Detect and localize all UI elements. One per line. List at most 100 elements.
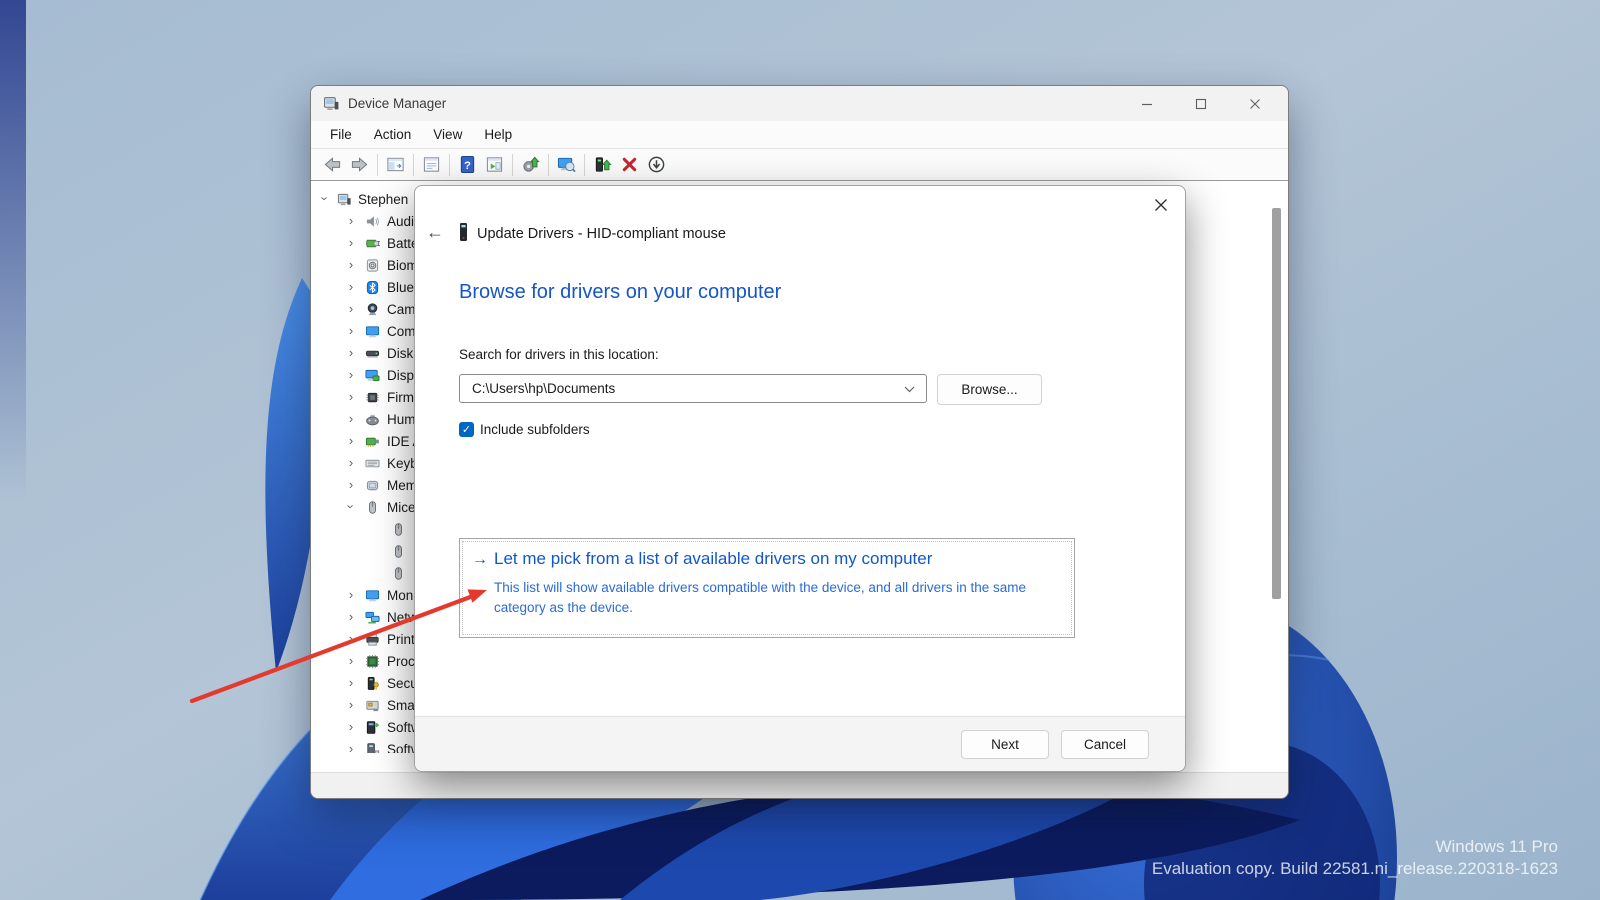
toolbar-separator	[413, 153, 414, 176]
chevron-collapsed-icon[interactable]: ›	[345, 697, 357, 712]
battery-icon	[365, 236, 380, 251]
evaluation-watermark: Windows 11 Pro Evaluation copy. Build 22…	[1152, 836, 1558, 880]
menu-bar: File Action View Help	[311, 121, 1288, 149]
monitor-icon	[365, 324, 380, 339]
console-tree-icon[interactable]	[382, 153, 409, 177]
let-me-pick-description: This list will show available drivers co…	[494, 580, 1026, 615]
firmware-icon	[365, 390, 380, 405]
chevron-collapsed-icon[interactable]: ›	[345, 411, 357, 426]
computer-icon	[337, 192, 352, 207]
chevron-collapsed-icon[interactable]: ›	[345, 323, 357, 338]
chevron-expanded-icon[interactable]: ›	[318, 193, 333, 205]
smartcard-icon	[365, 698, 380, 713]
chevron-collapsed-icon[interactable]: ›	[345, 257, 357, 272]
include-subfolders-row: ✓ Include subfolders	[459, 421, 759, 439]
mouse-icon	[365, 500, 380, 515]
window-title: Device Manager	[348, 96, 447, 111]
chevron-collapsed-icon[interactable]: ›	[345, 741, 357, 753]
next-button[interactable]: Next	[961, 730, 1049, 759]
update-drivers-dialog: ← Update Drivers - HID-compliant mouse B…	[414, 185, 1186, 772]
right-arrow-icon: →	[472, 551, 488, 568]
menu-view[interactable]: View	[422, 121, 473, 148]
chevron-collapsed-icon[interactable]: ›	[345, 235, 357, 250]
bluetooth-icon	[365, 280, 380, 295]
properties-icon[interactable]	[418, 153, 445, 177]
scan-hardware-icon[interactable]	[553, 153, 580, 177]
minimize-button[interactable]	[1120, 86, 1174, 121]
include-subfolders-label: Include subfolders	[480, 422, 590, 437]
driver-location-value: C:\Users\hp\Documents	[472, 381, 616, 396]
speaker-icon	[365, 214, 380, 229]
tree-scrollbar[interactable]	[1272, 208, 1281, 599]
toolbar-separator	[584, 153, 585, 176]
chevron-collapsed-icon[interactable]: ›	[345, 301, 357, 316]
chevron-collapsed-icon[interactable]: ›	[345, 631, 357, 646]
toolbar: ?	[311, 149, 1288, 181]
chevron-collapsed-icon[interactable]: ›	[345, 675, 357, 690]
chevron-collapsed-icon[interactable]: ›	[345, 279, 357, 294]
chevron-collapsed-icon[interactable]: ›	[345, 213, 357, 228]
memory-icon	[365, 478, 380, 493]
chevron-collapsed-icon[interactable]: ›	[345, 345, 357, 360]
help-icon[interactable]: ?	[454, 153, 481, 177]
network-icon	[365, 610, 380, 625]
dialog-footer: Next Cancel	[415, 716, 1185, 771]
back-icon[interactable]	[319, 153, 346, 177]
menu-action[interactable]: Action	[363, 121, 423, 148]
camera-icon	[365, 302, 380, 317]
svg-text:?: ?	[464, 160, 471, 172]
software-component-icon	[365, 720, 380, 735]
watermark-build: Evaluation copy. Build 22581.ni_release.…	[1151, 859, 1558, 878]
search-location-label: Search for drivers in this location:	[459, 347, 659, 362]
update-driver-icon[interactable]	[517, 153, 544, 177]
chevron-expanded-icon[interactable]: ›	[344, 501, 359, 513]
menu-help[interactable]: Help	[473, 121, 523, 148]
hid-icon	[365, 412, 380, 427]
chevron-collapsed-icon[interactable]: ›	[345, 609, 357, 624]
cancel-button[interactable]: Cancel	[1061, 730, 1149, 759]
browse-button[interactable]: Browse...	[937, 374, 1042, 405]
device-icon	[457, 222, 470, 242]
toolbar-separator	[449, 153, 450, 176]
display-icon	[365, 368, 380, 383]
uninstall-device-icon[interactable]	[616, 153, 643, 177]
disable-device-icon[interactable]	[643, 153, 670, 177]
printer-icon	[365, 632, 380, 647]
close-button[interactable]	[1228, 86, 1282, 121]
fingerprint-icon	[365, 258, 380, 273]
device-manager-icon	[323, 95, 340, 112]
security-icon	[365, 676, 380, 691]
title-bar[interactable]: Device Manager	[311, 86, 1288, 121]
toolbar-separator	[377, 153, 378, 176]
chevron-collapsed-icon[interactable]: ›	[345, 477, 357, 492]
ide-icon	[365, 434, 380, 449]
toolbar-separator	[512, 153, 513, 176]
chevron-collapsed-icon[interactable]: ›	[345, 389, 357, 404]
maximize-button[interactable]	[1174, 86, 1228, 121]
toolbar-separator	[548, 153, 549, 176]
back-arrow-icon[interactable]: ←	[426, 222, 444, 243]
menu-file[interactable]: File	[319, 121, 363, 148]
let-me-pick-option[interactable]: → Let me pick from a list of available d…	[459, 538, 1075, 638]
chevron-collapsed-icon[interactable]: ›	[345, 455, 357, 470]
driver-location-combobox[interactable]: C:\Users\hp\Documents	[459, 374, 927, 403]
dialog-heading: Browse for drivers on your computer	[459, 281, 782, 303]
mouse-icon	[391, 522, 406, 537]
chevron-collapsed-icon[interactable]: ›	[345, 719, 357, 734]
action-pane-icon[interactable]	[481, 153, 508, 177]
chevron-collapsed-icon[interactable]: ›	[345, 367, 357, 382]
chevron-collapsed-icon[interactable]: ›	[345, 587, 357, 602]
desktop: Windows 11 Pro Evaluation copy. Build 22…	[0, 0, 1600, 900]
chevron-down-icon	[904, 386, 915, 393]
software-device-icon	[365, 742, 380, 753]
keyboard-icon	[365, 456, 380, 471]
dialog-close-icon[interactable]	[1148, 192, 1174, 218]
chevron-collapsed-icon[interactable]: ›	[345, 653, 357, 668]
status-bar	[311, 772, 1288, 798]
tree-item-label: Stephen	[358, 192, 409, 207]
include-subfolders-checkbox[interactable]: ✓	[459, 422, 474, 437]
device-update-icon[interactable]	[589, 153, 616, 177]
forward-icon[interactable]	[346, 153, 373, 177]
chevron-collapsed-icon[interactable]: ›	[345, 433, 357, 448]
processor-icon	[365, 654, 380, 669]
